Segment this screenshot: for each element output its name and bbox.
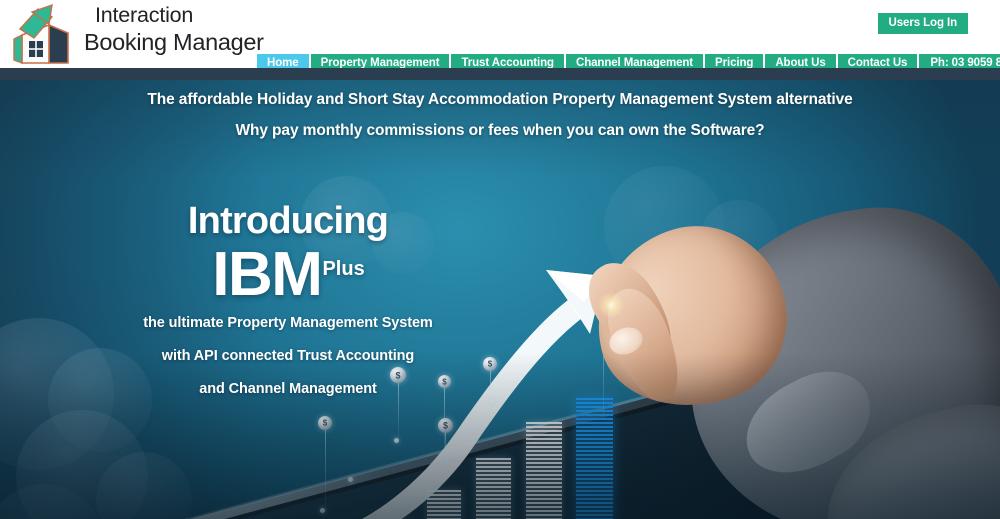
site-header: Interaction Booking Manager Users Log In… bbox=[0, 0, 1000, 73]
brand-line-1: Interaction bbox=[95, 3, 194, 27]
users-log-in-button[interactable]: Users Log In bbox=[877, 13, 968, 34]
page-root: Interaction Booking Manager Users Log In… bbox=[0, 0, 1000, 519]
hero-headline-superscript: Plus bbox=[322, 257, 365, 280]
logo-block[interactable]: Interaction Booking Manager bbox=[6, 2, 264, 67]
hero-subline-1: the ultimate Property Management System bbox=[143, 315, 433, 331]
hero-banner: $ $ $ $ $ $ The affordable Holida bbox=[0, 80, 1000, 519]
header-divider-rule bbox=[0, 68, 1000, 80]
hero-subline-2: with API connected Trust Accounting bbox=[161, 348, 415, 364]
hero-subline-3: and Channel Management bbox=[199, 381, 377, 397]
brand-line-2: Booking Manager bbox=[84, 28, 264, 55]
hero-headline-block: Introducing IBMPlus the ultimate Propert… bbox=[96, 202, 480, 397]
hero-headline-introducing: Introducing bbox=[187, 200, 389, 242]
house-arrow-logo-icon bbox=[8, 3, 80, 67]
hero-headline-product: IBM bbox=[212, 240, 323, 309]
hero-tagline-2: Why pay monthly commissions or fees when… bbox=[235, 122, 765, 139]
hero-text-layer: The affordable Holiday and Short Stay Ac… bbox=[0, 80, 1000, 519]
brand-text: Interaction Booking Manager bbox=[84, 3, 264, 55]
hero-tagline-1: The affordable Holiday and Short Stay Ac… bbox=[147, 91, 853, 108]
hero-headline-product-row: IBMPlus bbox=[96, 244, 480, 306]
